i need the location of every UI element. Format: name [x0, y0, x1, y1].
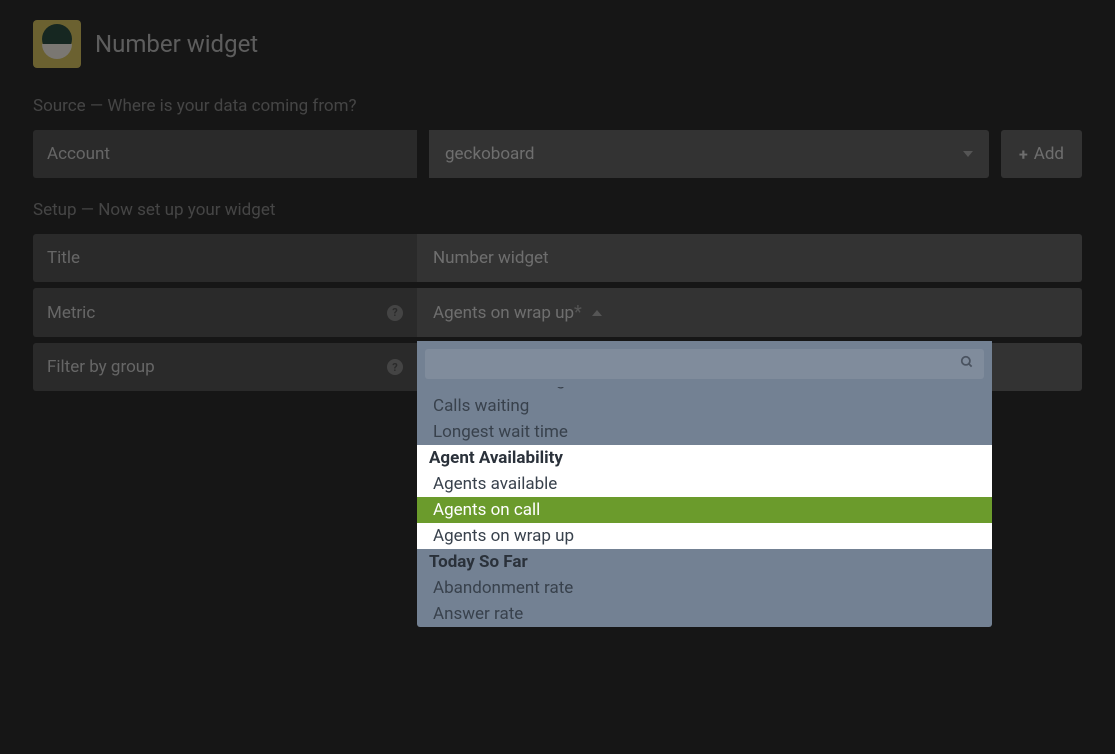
dropdown-option[interactable]: Abandonment rate: [417, 575, 992, 601]
dropdown-search-input[interactable]: [425, 349, 984, 379]
title-label: Title: [33, 234, 417, 282]
source-section-label: Source — Where is your data coming from?: [33, 96, 1082, 116]
metric-dropdown: Callbacks waitingCalls waitingLongest wa…: [417, 341, 992, 627]
dropdown-option[interactable]: Agents on call: [417, 497, 992, 523]
account-value: geckoboard: [445, 144, 534, 164]
page-title: Number widget: [95, 30, 258, 58]
dropdown-option[interactable]: Answer rate: [417, 601, 992, 627]
metric-value: Agents on wrap up: [433, 303, 574, 323]
account-row: Account geckoboard + Add: [33, 130, 1082, 178]
dropdown-option[interactable]: Agents available: [417, 471, 992, 497]
title-row: Title: [33, 234, 1082, 282]
dropdown-option[interactable]: Longest wait time: [417, 419, 992, 445]
dropdown-option[interactable]: Calls waiting: [417, 393, 992, 419]
filter-label: Filter by group ?: [33, 343, 417, 391]
plus-icon: +: [1019, 145, 1028, 164]
integration-logo-icon: [33, 20, 81, 68]
account-select[interactable]: geckoboard: [429, 130, 989, 178]
add-button-label: Add: [1034, 144, 1064, 164]
account-label: Account: [33, 130, 417, 178]
help-icon[interactable]: ?: [387, 359, 403, 375]
setup-section-label: Setup — Now set up your widget: [33, 200, 1082, 220]
add-account-button[interactable]: + Add: [1001, 130, 1082, 178]
dropdown-group-header: Today So Far: [417, 549, 992, 575]
dropdown-group-header: Agent Availability: [417, 445, 992, 471]
caret-down-icon: [963, 151, 973, 157]
metric-label: Metric ?: [33, 288, 417, 337]
title-input[interactable]: [417, 234, 1082, 282]
metric-select[interactable]: Agents on wrap up *: [417, 288, 1082, 337]
search-icon: [960, 355, 974, 373]
caret-up-icon: [592, 310, 602, 316]
help-icon[interactable]: ?: [387, 305, 403, 321]
metric-label-text: Metric: [47, 303, 95, 323]
metric-row: Metric ? Agents on wrap up *: [33, 288, 1082, 337]
filter-label-text: Filter by group: [47, 357, 155, 377]
required-asterisk-icon: *: [574, 302, 582, 323]
dropdown-option[interactable]: Agents on wrap up: [417, 523, 992, 549]
dropdown-list: Callbacks waitingCalls waitingLongest wa…: [417, 387, 992, 627]
header: Number widget: [33, 20, 1082, 68]
